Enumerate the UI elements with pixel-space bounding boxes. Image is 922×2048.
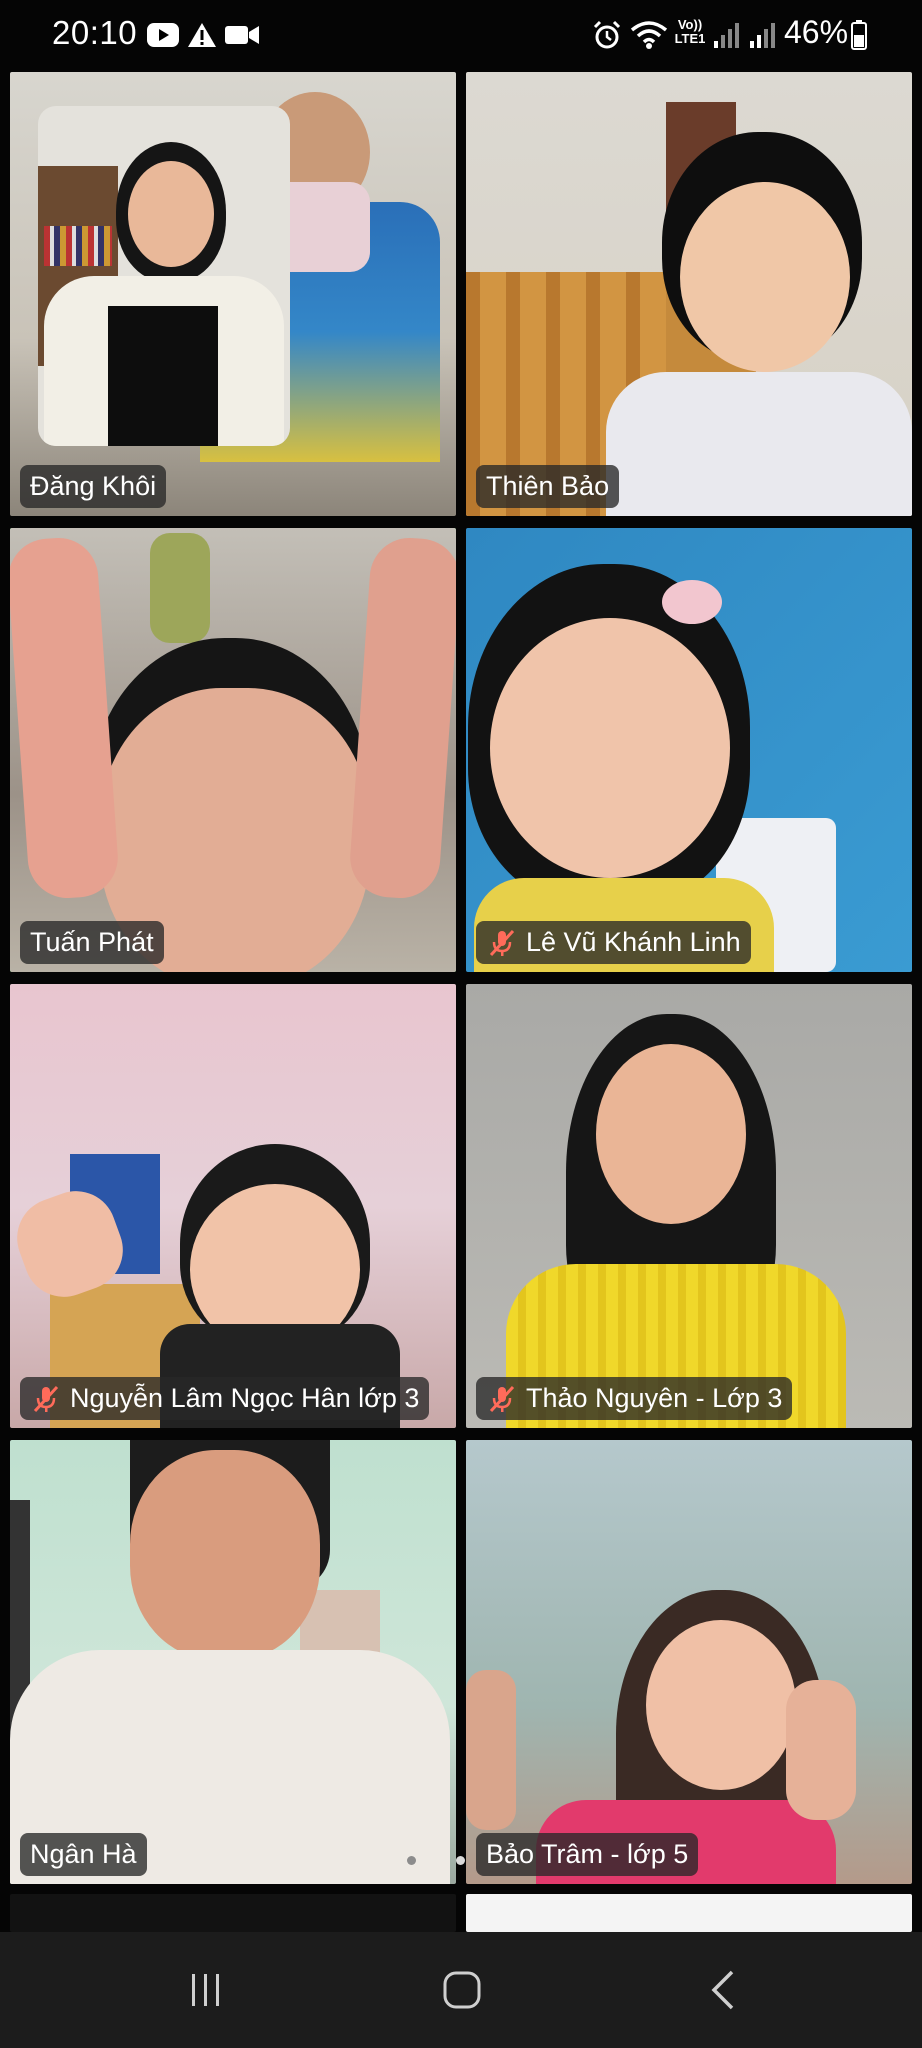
participant-name-label: Thiên Bảo [476, 465, 620, 508]
mic-muted-icon [33, 1385, 59, 1413]
participant-video [680, 182, 850, 372]
volte-label: Vo)) LTE1 [674, 17, 706, 46]
battery-percent: 46% [784, 14, 849, 50]
participant-video [596, 1044, 746, 1224]
participant-name-label: Nguyễn Lâm Ngọc Hân lớp 3 [20, 1377, 430, 1420]
video-tile-participant-5[interactable]: Nguyễn Lâm Ngọc Hân lớp 3 [10, 984, 456, 1428]
participant-name-label: Bảo Trâm - lớp 5 [476, 1833, 699, 1876]
system-nav-bar [0, 1932, 922, 2048]
hand-right [786, 1680, 856, 1820]
participant-video [646, 1620, 796, 1790]
battery-icon [850, 20, 868, 50]
video-tile-participant-4[interactable]: Lê Vũ Khánh Linh [466, 528, 912, 972]
participant-name-label: Thảo Nguyên - Lớp 3 [476, 1377, 793, 1420]
signal-icon [712, 20, 742, 50]
video-tile-participant-6[interactable]: Thảo Nguyên - Lớp 3 [466, 984, 912, 1428]
participant-video [130, 1450, 320, 1660]
participant-name-label: Lê Vũ Khánh Linh [476, 921, 751, 964]
wifi-icon [630, 20, 668, 50]
participant-video [490, 618, 730, 878]
back-icon[interactable] [694, 1962, 754, 2018]
participant-name-label: Đăng Khôi [20, 465, 167, 508]
status-time: 20:10 [52, 14, 138, 51]
alarm-icon [590, 20, 624, 50]
video-tile-participant-7[interactable]: Ngân Hà [10, 1440, 456, 1884]
mic-muted-icon [489, 1385, 515, 1413]
mic-muted-icon [489, 929, 515, 957]
page-indicator-dot-2[interactable] [456, 1856, 465, 1865]
video-tile-participant-2[interactable]: Thiên Bảo [466, 72, 912, 516]
participant-name-label: Tuấn Phát [20, 921, 164, 964]
self-view-inset[interactable] [38, 106, 290, 446]
signal-icon-sim2 [748, 20, 778, 50]
video-tile-participant-3[interactable]: Tuấn Phát [10, 528, 456, 972]
youtube-icon [145, 20, 181, 50]
hair-bow [662, 580, 722, 624]
hand-left [466, 1670, 516, 1830]
alert-icon [186, 20, 218, 50]
home-icon[interactable] [432, 1962, 492, 2018]
recent-apps-icon[interactable] [176, 1962, 236, 2018]
page-indicator-dot-1[interactable] [407, 1856, 416, 1865]
video-tile-participant-1[interactable]: Đăng Khôi [10, 72, 456, 516]
self-face [128, 161, 214, 267]
video-tile-participant-8[interactable]: Bảo Trâm - lớp 5 [466, 1440, 912, 1884]
video-tile-partial [10, 1894, 456, 1932]
participant-name-label: Ngân Hà [20, 1833, 147, 1876]
status-bar: 20:10 Vo)) LTE1 46% [0, 0, 922, 70]
video-camera-icon [224, 20, 260, 50]
video-tile-partial [466, 1894, 912, 1932]
